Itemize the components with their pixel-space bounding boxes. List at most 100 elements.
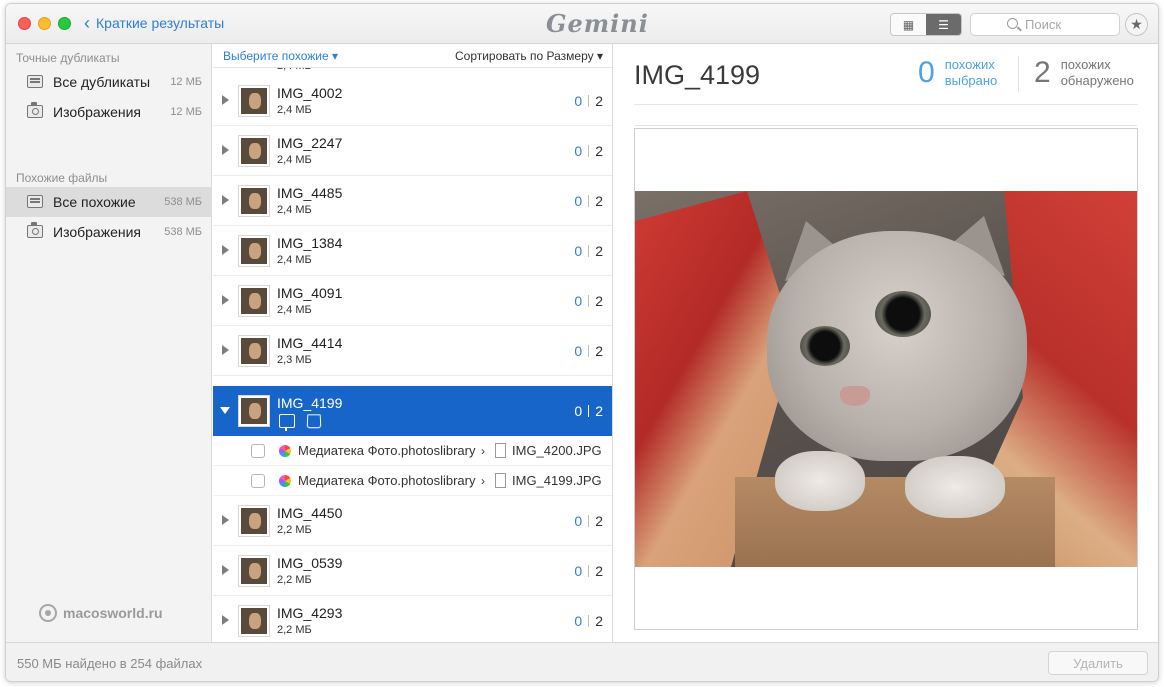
list-item[interactable]: Медиатека Фото.photoslibrary › IMG_4200.… bbox=[213, 436, 612, 466]
exact-duplicates-title: Точные дубликаты bbox=[16, 51, 120, 65]
detail-pane: IMG_4199 0 похожих выбрано 2 похожих обнар… bbox=[614, 44, 1158, 642]
file-size: 2,2 МБ bbox=[277, 624, 312, 636]
disclosure-triangle-icon[interactable] bbox=[222, 615, 229, 625]
selected-count: 0 bbox=[574, 243, 583, 259]
sidebar-item-size: 12 МБ bbox=[170, 76, 202, 88]
status-text: 550 МБ найдено в 254 файлах bbox=[17, 656, 203, 671]
disclosure-triangle-icon[interactable] bbox=[222, 515, 229, 525]
disclosure-triangle-icon[interactable] bbox=[222, 565, 229, 575]
watermark-text: macosworld.ru bbox=[63, 605, 163, 621]
detail-title: IMG_4199 bbox=[634, 60, 761, 90]
selected-count: 0 bbox=[574, 93, 583, 109]
delete-button[interactable]: Удалить bbox=[1048, 651, 1148, 675]
total-count: 2 bbox=[595, 93, 603, 109]
table-row[interactable]: IMG_4485 2,4 МБ 02 bbox=[213, 176, 612, 226]
table-row[interactable]: IMG_0539 2,2 МБ 02 bbox=[213, 546, 612, 596]
selected-count: 0 bbox=[574, 403, 583, 419]
selected-count: 0 bbox=[918, 56, 935, 89]
sidebar-item-exact-images[interactable]: Изображения 12 МБ bbox=[6, 97, 212, 127]
disclosure-triangle-icon[interactable] bbox=[222, 195, 229, 205]
sidebar-item-label: Все дубликаты bbox=[53, 74, 151, 90]
sidebar-item-similar-images[interactable]: Изображения 538 МБ bbox=[6, 217, 212, 247]
file-name: IMG_4414 bbox=[277, 335, 343, 351]
total-count: 2 bbox=[595, 403, 603, 419]
selected-count: 0 bbox=[574, 343, 583, 359]
star-icon: ★ bbox=[1130, 16, 1143, 32]
select-checkbox[interactable] bbox=[251, 474, 265, 488]
selected-count: 0 bbox=[574, 513, 583, 529]
photos-library-icon bbox=[279, 445, 291, 457]
file-name: IMG_0539 bbox=[277, 555, 343, 571]
stat-divider bbox=[1018, 56, 1019, 92]
found-stat: 2 похожих обнаружено bbox=[1034, 56, 1134, 90]
disclosure-triangle-icon[interactable] bbox=[222, 345, 229, 355]
match-count: 02 bbox=[574, 563, 603, 579]
photos-library-icon bbox=[279, 475, 291, 487]
status-bar: 550 МБ найдено в 254 файлах Удалить bbox=[6, 642, 1158, 681]
similar-files-title: Похожие файлы bbox=[16, 171, 108, 185]
image-preview[interactable] bbox=[634, 128, 1138, 630]
file-size: 2,4 МБ bbox=[277, 304, 312, 316]
thumbnail bbox=[239, 286, 269, 316]
file-name: IMG_4091 bbox=[277, 285, 343, 301]
disclosure-triangle-icon[interactable] bbox=[222, 245, 229, 255]
table-row[interactable]: IMG_4414 2,3 МБ 02 bbox=[213, 326, 612, 376]
file-name: IMG_4485 bbox=[277, 185, 343, 201]
table-row[interactable]: IMG_1384 2,4 МБ 02 bbox=[213, 226, 612, 276]
match-count: 02 bbox=[574, 243, 603, 259]
selected-count: 0 bbox=[574, 293, 583, 309]
total-count: 2 bbox=[595, 243, 603, 259]
total-count: 2 bbox=[595, 293, 603, 309]
results-list: Выберите похожие ▾ Сортировать по Размер… bbox=[213, 44, 613, 642]
thumbnail bbox=[239, 556, 269, 586]
path-separator: › bbox=[481, 473, 485, 488]
disclosure-triangle-icon[interactable] bbox=[222, 295, 229, 305]
table-row-selected[interactable]: IMG_4199 02 bbox=[213, 386, 612, 436]
choose-similar-dropdown[interactable]: Выберите похожие ▾ bbox=[223, 49, 338, 63]
thumbnail bbox=[239, 86, 269, 116]
match-count: 02 bbox=[574, 143, 603, 159]
table-row[interactable]: IMG_4450 2,2 МБ 02 bbox=[213, 496, 612, 546]
selected-count: 0 bbox=[574, 143, 583, 159]
list-view-icon[interactable]: ☰ bbox=[926, 14, 961, 35]
sidebar-item-size: 538 МБ bbox=[164, 226, 202, 238]
back-button[interactable]: ‹ Краткие результаты bbox=[84, 13, 225, 33]
minimize-window-button[interactable] bbox=[38, 17, 51, 30]
title-bar: ‹ Краткие результаты Gemini ▦ ☰ Поиск ★ bbox=[6, 4, 1158, 44]
table-row[interactable]: IMG_4002 2,4 МБ 02 bbox=[213, 76, 612, 126]
selected-count: 0 bbox=[574, 563, 583, 579]
document-icon bbox=[495, 443, 506, 458]
sidebar-item-label: Изображения bbox=[53, 224, 141, 240]
table-row[interactable]: IMG_4293 2,2 МБ 02 bbox=[213, 596, 612, 642]
sidebar-item-all-duplicates[interactable]: Все дубликаты 12 МБ bbox=[6, 67, 212, 97]
chevron-left-icon: ‹ bbox=[84, 13, 90, 33]
grid-view-icon[interactable]: ▦ bbox=[891, 14, 926, 35]
app-window: ‹ Краткие результаты Gemini ▦ ☰ Поиск ★ … bbox=[5, 3, 1159, 682]
select-checkbox[interactable] bbox=[251, 444, 265, 458]
thumbnail bbox=[239, 606, 269, 636]
sidebar-item-label: Изображения bbox=[53, 104, 141, 120]
stack-icon bbox=[27, 195, 43, 208]
file-size: 2,2 МБ bbox=[277, 574, 312, 586]
camera-icon bbox=[27, 222, 43, 238]
list-item[interactable]: Медиатека Фото.photoslibrary › IMG_4199.… bbox=[213, 466, 612, 496]
table-row[interactable]: IMG_4091 2,4 МБ 02 bbox=[213, 276, 612, 326]
zoom-window-button[interactable] bbox=[58, 17, 71, 30]
total-count: 2 bbox=[595, 613, 603, 629]
table-row[interactable]: IMG_2247 2,4 МБ 02 bbox=[213, 126, 612, 176]
view-toggle: ▦ ☰ bbox=[890, 13, 962, 36]
back-button-label: Краткие результаты bbox=[96, 15, 225, 31]
sidebar-item-all-similar[interactable]: Все похожие 538 МБ bbox=[6, 187, 212, 217]
film-reel-icon bbox=[39, 604, 57, 622]
disclosure-triangle-open-icon[interactable] bbox=[220, 407, 230, 414]
disclosure-triangle-icon[interactable] bbox=[222, 95, 229, 105]
favorites-star-button[interactable]: ★ bbox=[1125, 13, 1148, 36]
thumbnail bbox=[239, 136, 269, 166]
match-count: 02 bbox=[574, 613, 603, 629]
disclosure-triangle-icon[interactable] bbox=[222, 145, 229, 155]
sort-dropdown[interactable]: Сортировать по Размеру ▾ bbox=[455, 49, 603, 63]
search-input[interactable]: Поиск bbox=[970, 13, 1120, 36]
close-window-button[interactable] bbox=[18, 17, 31, 30]
path-separator: › bbox=[481, 443, 485, 458]
total-count: 2 bbox=[595, 343, 603, 359]
